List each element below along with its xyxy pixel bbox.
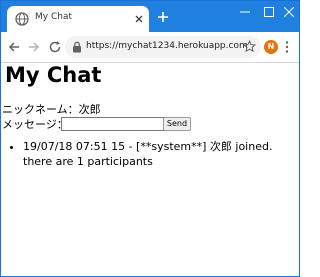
tab-my-chat[interactable]: My Chat [7, 6, 149, 32]
more-menu-icon[interactable] [284, 40, 290, 54]
page-title: My Chat [5, 63, 102, 87]
message-row: メッセージ： [2, 116, 68, 132]
close-icon [284, 7, 294, 17]
close-icon[interactable] [134, 14, 144, 24]
reload-icon[interactable] [48, 40, 62, 54]
message-list: 19/07/18 07:51 15 - [**system**] 次郎 join… [1, 139, 293, 169]
profile-avatar[interactable]: N [264, 40, 278, 54]
message-item: 19/07/18 07:51 15 - [**system**] 次郎 join… [23, 139, 293, 169]
page-content: My Chat ニックネーム：次郎 メッセージ： Send 19/07/18 0… [1, 63, 299, 276]
back-arrow-icon[interactable] [7, 40, 21, 54]
new-tab-icon[interactable] [156, 10, 170, 24]
window-close-button[interactable] [271, 1, 299, 23]
lock-icon [73, 41, 81, 53]
browser-toolbar: https://mychat1234.herokuapp.com N [1, 32, 299, 63]
globe-icon [15, 12, 29, 26]
star-icon[interactable] [243, 40, 256, 53]
nickname-value: 次郎 [78, 103, 101, 116]
tab-strip: My Chat [1, 1, 299, 32]
browser-window: My Chat https://mychat1234.herokuapp.com… [0, 0, 300, 277]
forward-arrow-icon[interactable] [27, 40, 41, 54]
nickname-row: ニックネーム：次郎 [2, 101, 101, 117]
nickname-label: ニックネーム： [2, 103, 79, 116]
minimize-icon [240, 11, 250, 13]
message-input[interactable] [61, 117, 167, 131]
address-bar[interactable]: https://mychat1234.herokuapp.com [65, 36, 261, 58]
url-text: https://mychat1234.herokuapp.com [86, 41, 248, 51]
message-label: メッセージ： [2, 118, 68, 131]
send-button[interactable]: Send [163, 117, 191, 131]
tab-title: My Chat [35, 12, 72, 22]
